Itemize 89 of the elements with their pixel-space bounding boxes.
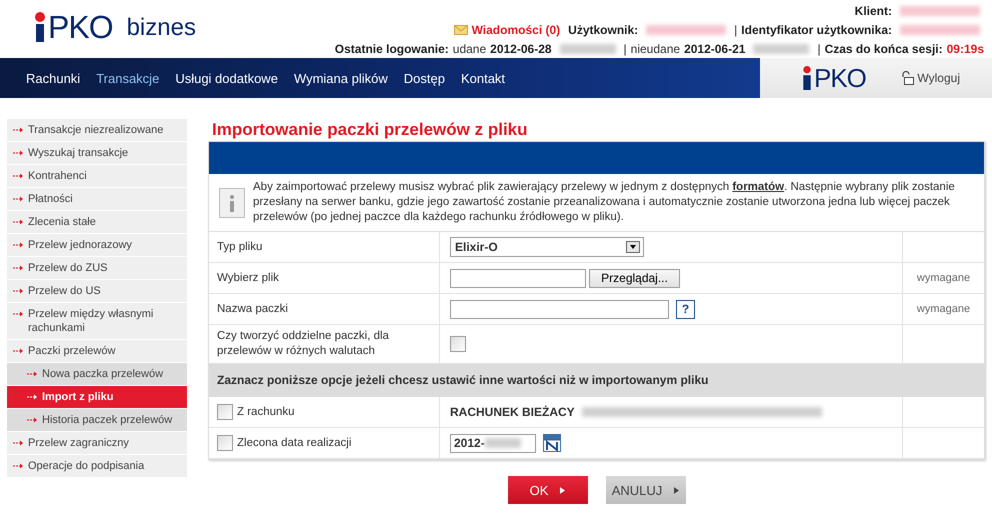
sidebar-item[interactable]: Wyszukaj transakcje — [7, 142, 187, 164]
nav-tab[interactable]: Transakcje — [88, 70, 168, 86]
checkbox[interactable] — [217, 435, 233, 451]
sidebar-item[interactable]: Operacje do podpisania — [7, 455, 187, 477]
info-text: udane — [452, 42, 486, 56]
sidebar-subitem[interactable]: Import z pliku — [7, 386, 187, 408]
file-path-field[interactable] — [450, 268, 586, 288]
section-header: Zaznacz poniższe opcje jeżeli chcesz ustawić inne wartości niż w importowanym pliku — [209, 364, 984, 397]
nav-tab[interactable]: Kontakt — [452, 70, 514, 86]
arrow-icon — [13, 127, 23, 133]
info-label: Użytkownik: — [568, 23, 638, 37]
arrow-icon — [27, 371, 37, 377]
sidebar-item[interactable]: Transakcje niezrealizowane — [7, 119, 187, 141]
info-label: Ostatnie logowanie: — [334, 42, 449, 56]
page-title: Importowanie paczki przelewów z pliku — [211, 119, 529, 141]
field-label: Zlecona data realizacji — [237, 436, 352, 450]
logo-mark-icon — [34, 12, 46, 42]
arrow-icon — [13, 265, 23, 271]
sidebar-item[interactable]: Przelew jednorazowy — [7, 234, 187, 256]
sidebar-item[interactable]: Przelew zagraniczny — [7, 432, 187, 454]
envelope-icon — [454, 25, 468, 35]
checkbox[interactable] — [217, 404, 233, 420]
info-label: 2012-06-28 — [490, 42, 552, 56]
arrow-icon — [13, 311, 23, 317]
arrow-icon — [13, 463, 23, 469]
nav-tab[interactable]: Usługi dodatkowe — [167, 70, 286, 86]
arrow-icon — [13, 219, 23, 225]
arrow-icon — [674, 486, 680, 494]
help-button[interactable]: ? — [676, 300, 695, 318]
sidebar-item[interactable]: Przelew między własnymi rachunkami — [7, 303, 187, 339]
arrow-icon — [27, 394, 37, 400]
calendar-icon[interactable] — [543, 434, 561, 452]
info-label: Czas do końca sesji: — [824, 42, 943, 56]
messages-link[interactable]: Wiadomości (0) — [454, 23, 560, 37]
required-note: wymagane — [916, 272, 970, 284]
padlock-icon — [900, 71, 914, 85]
info-label: Klient: — [854, 4, 892, 18]
sidebar-item[interactable]: Zlecenia stałe — [7, 211, 187, 233]
sidebar-item[interactable]: Płatności — [7, 188, 187, 210]
date-field[interactable]: 2012- — [450, 434, 536, 452]
logout-button[interactable]: Wyloguj — [900, 71, 960, 85]
info-text: nieudane — [630, 42, 680, 56]
field-label: Typ pliku — [217, 240, 262, 254]
field-label: Nazwa paczki — [217, 302, 288, 316]
field-label: Wybierz plik — [217, 270, 279, 286]
field-label: Z rachunku — [237, 404, 295, 420]
sidebar-subitem[interactable]: Nowa paczka przelewów — [7, 363, 187, 385]
logo-text: PKO — [48, 12, 113, 42]
info-icon — [219, 188, 245, 218]
required-note: wymagane — [916, 303, 970, 315]
formats-link[interactable]: formatów — [732, 181, 784, 193]
sidebar-item[interactable]: Paczki przelewów — [7, 340, 187, 362]
arrow-icon — [13, 196, 23, 202]
logo-text: PKO — [814, 66, 866, 90]
arrow-icon — [27, 417, 37, 423]
arrow-icon — [560, 486, 566, 494]
dropdown-icon — [626, 241, 640, 253]
redacted-value — [560, 44, 616, 54]
arrow-icon — [13, 348, 23, 354]
session-timer: 09:19s — [946, 42, 984, 56]
account-name: RACHUNEK BIEŻACY — [450, 405, 575, 419]
separator: | — [817, 42, 821, 56]
nav-tab[interactable]: Dostęp — [396, 70, 453, 86]
arrow-icon — [13, 440, 23, 446]
sidebar-item[interactable]: Przelew do US — [7, 280, 187, 302]
field-label: Czy tworzyć oddzielne paczki, dla przelewów w różnych walutach — [217, 329, 390, 359]
file-type-select[interactable]: Elixir-O — [450, 237, 644, 257]
arrow-icon — [13, 288, 23, 294]
logo-subtitle: biznes — [126, 14, 196, 42]
arrow-icon — [13, 242, 23, 248]
cancel-button[interactable]: ANULUJ — [606, 476, 686, 504]
sidebar-item[interactable]: Kontrahenci — [7, 165, 187, 187]
sidebar-item[interactable]: Przelew do ZUS — [7, 257, 187, 279]
arrow-icon — [13, 173, 23, 179]
browse-button[interactable]: Przeglądaj... — [589, 268, 680, 288]
nav-tab[interactable]: Wymiana plików — [286, 70, 396, 86]
ok-button[interactable]: OK — [508, 476, 588, 504]
separator: | — [734, 23, 738, 37]
logo-mark-icon — [802, 66, 812, 90]
redacted-value — [753, 44, 810, 54]
separator: | — [624, 42, 627, 56]
checkbox[interactable] — [450, 336, 466, 352]
info-label: 2012-06-21 — [684, 42, 746, 56]
arrow-icon — [13, 150, 23, 156]
nav-tab[interactable]: Rachunki — [18, 70, 88, 86]
package-name-field[interactable] — [450, 300, 669, 318]
info-paragraph: Aby zaimportować przelewy musisz wybrać plik zawierający przelewy w jednym z dostępnych formatów. Następnie wybrany plik zostanie przesłany na serwer banku, gdzie jego zawartość zostanie przeanalizowana i automatycznie zostanie utworzona jedna lub więcej paczek przelewów (po jednej paczce dla każdego rachunku źródłowego w pliku). — [253, 180, 956, 225]
info-label: Identyfikator użytkownika: — [741, 23, 892, 37]
sidebar-subitem[interactable]: Historia paczek przelewów — [7, 409, 187, 431]
